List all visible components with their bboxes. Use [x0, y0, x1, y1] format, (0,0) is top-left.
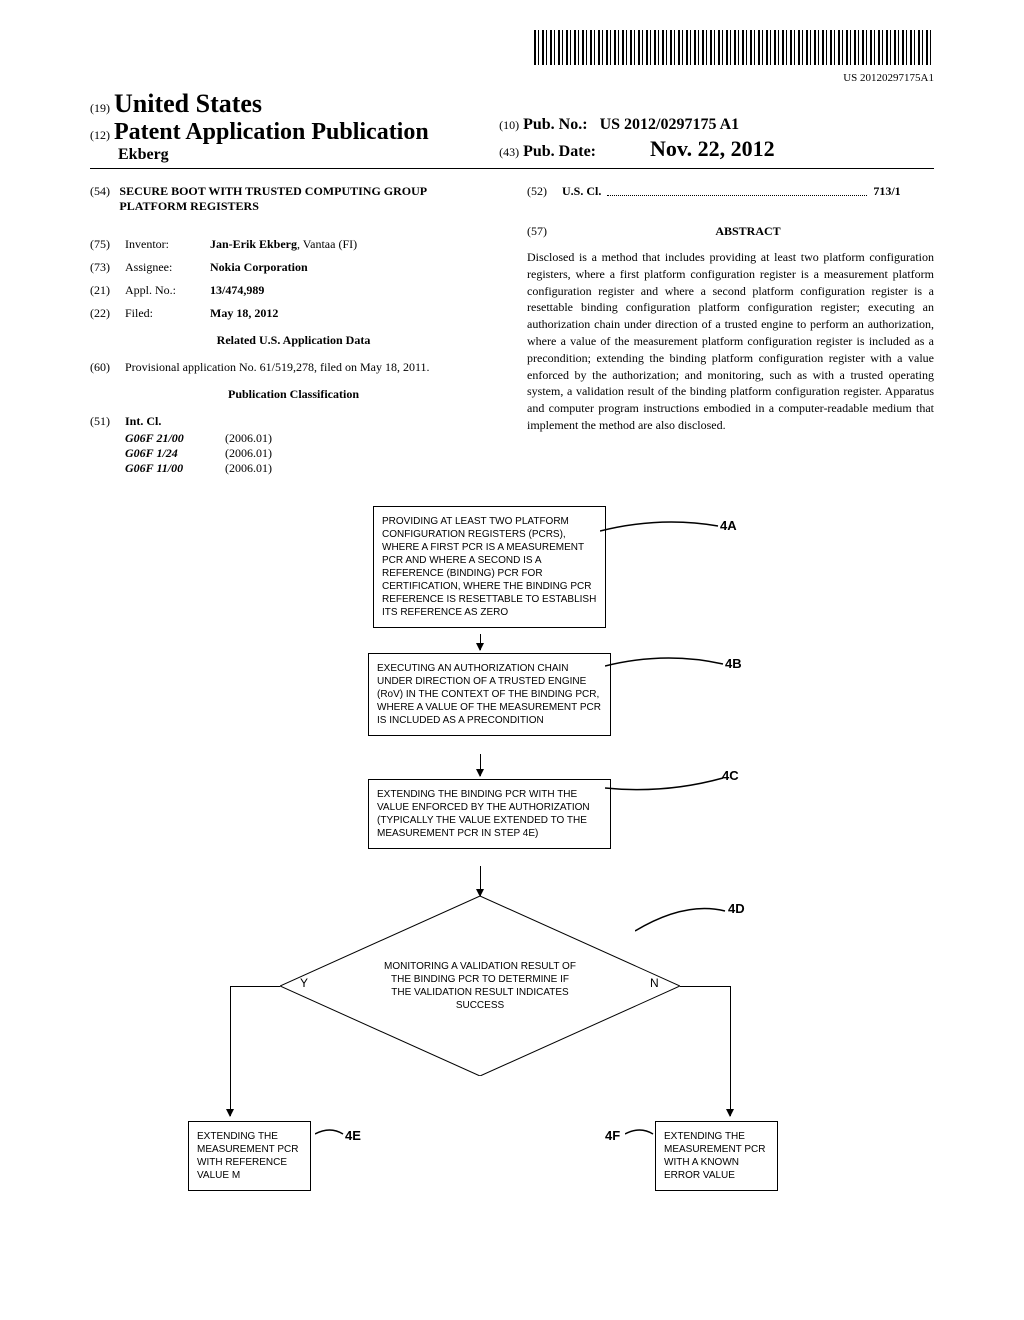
arrow-4b-4c: [480, 754, 481, 776]
pubtype-num: (12): [90, 128, 110, 142]
inventor-num: (75): [90, 237, 125, 252]
classification-header: Publication Classification: [90, 387, 497, 402]
biblio-columns: (54) SECURE BOOT WITH TRUSTED COMPUTING …: [90, 184, 934, 476]
assignee-label: Assignee:: [125, 260, 210, 275]
intcl-label: Int. Cl.: [125, 414, 161, 429]
filed-value: May 18, 2012: [210, 306, 278, 321]
header-section: (19) United States (12) Patent Applicati…: [90, 89, 934, 169]
applno-label: Appl. No.:: [125, 283, 210, 298]
flowchart-diagram: PROVIDING AT LEAST TWO PLATFORM CONFIGUR…: [90, 506, 934, 1226]
flow-label-4a: 4A: [720, 518, 737, 533]
intcl-code-1: G06F 1/24: [125, 446, 225, 461]
inventor-location: , Vantaa (FI): [297, 237, 357, 251]
flow-box-4f: EXTENDING THE MEASUREMENT PCR WITH A KNO…: [655, 1121, 778, 1191]
line-n-v: [730, 986, 731, 1111]
inventor-name: Jan-Erik Ekberg: [210, 237, 297, 251]
pubno-value: US 2012/0297175 A1: [600, 116, 740, 133]
author-name: Ekberg: [118, 146, 495, 164]
related-header: Related U.S. Application Data: [90, 333, 497, 348]
uscl-value: 713/1: [873, 184, 900, 198]
abstract-text: Disclosed is a method that includes prov…: [527, 249, 934, 434]
provisional-num: (60): [90, 360, 125, 375]
abstract-header: ABSTRACT: [562, 224, 934, 239]
filed-num: (22): [90, 306, 125, 321]
leader-4e: [315, 1126, 345, 1144]
country-name: United States: [114, 89, 262, 118]
label-yes: Y: [300, 976, 308, 990]
intcl-year-2: (2006.01): [225, 461, 272, 475]
pubno-num: (10): [499, 118, 519, 132]
flow-box-4e: EXTENDING THE MEASUREMENT PCR WITH REFER…: [188, 1121, 311, 1191]
pubdate-value: Nov. 22, 2012: [650, 136, 775, 162]
title-num: (54): [90, 184, 119, 229]
flow-label-4e: 4E: [345, 1128, 361, 1143]
intcl-year-0: (2006.01): [225, 431, 272, 445]
arrow-4c-4d: [480, 866, 481, 896]
barcode-image: [534, 30, 934, 65]
arrow-n: [730, 1111, 731, 1116]
abstract-num: (57): [527, 224, 562, 249]
right-column: (52) U.S. Cl. 713/1 (57) ABSTRACT Disclo…: [527, 184, 934, 476]
filed-label: Filed:: [125, 306, 210, 321]
applno-num: (21): [90, 283, 125, 298]
line-y-h: [230, 986, 280, 987]
provisional-text: Provisional application No. 61/519,278, …: [125, 360, 497, 375]
arrow-4a-4b: [480, 634, 481, 650]
line-n-h: [680, 986, 730, 987]
pubdate-num: (43): [499, 145, 519, 159]
intcl-year-1: (2006.01): [225, 446, 272, 460]
assignee-num: (73): [90, 260, 125, 275]
leader-4d: [635, 906, 730, 936]
diamond-text: MONITORING A VALIDATION RESULT OF THE BI…: [380, 960, 580, 1012]
intcl-code-0: G06F 21/00: [125, 431, 225, 446]
patent-page: US 20120297175A1 (19) United States (12)…: [0, 0, 1024, 1256]
intcl-code-2: G06F 11/00: [125, 461, 225, 476]
label-no: N: [650, 976, 659, 990]
leader-4a: [600, 521, 720, 541]
intcl-num: (51): [90, 414, 125, 429]
flow-diamond-4d: MONITORING A VALIDATION RESULT OF THE BI…: [280, 896, 680, 1076]
line-y-v: [230, 986, 231, 1111]
pubdate-label: Pub. Date:: [523, 143, 596, 160]
assignee-value: Nokia Corporation: [210, 260, 308, 275]
flow-box-4c: EXTENDING THE BINDING PCR WITH THE VALUE…: [368, 779, 611, 849]
invention-title: SECURE BOOT WITH TRUSTED COMPUTING GROUP…: [119, 184, 497, 214]
uscl-num: (52): [527, 184, 562, 199]
header-left: (19) United States (12) Patent Applicati…: [90, 89, 495, 164]
pubno-label: Pub. No.:: [523, 116, 587, 133]
barcode-area: US 20120297175A1: [90, 30, 934, 84]
flow-box-4b: EXECUTING AN AUTHORIZATION CHAIN UNDER D…: [368, 653, 611, 736]
barcode-text: US 20120297175A1: [90, 72, 934, 84]
leader-4c: [605, 776, 725, 794]
leader-4b: [605, 656, 725, 676]
flow-label-4f: 4F: [605, 1128, 620, 1143]
inventor-label: Inventor:: [125, 237, 210, 252]
flow-label-4b: 4B: [725, 656, 742, 671]
country-num: (19): [90, 101, 110, 115]
header-right: (10) Pub. No.: US 2012/0297175 A1 (43) P…: [499, 116, 921, 164]
uscl-dots: [607, 189, 867, 196]
flow-box-4a: PROVIDING AT LEAST TWO PLATFORM CONFIGUR…: [373, 506, 606, 628]
flow-label-4d: 4D: [728, 901, 745, 916]
pubtype-text: Patent Application Publication: [114, 119, 429, 145]
left-column: (54) SECURE BOOT WITH TRUSTED COMPUTING …: [90, 184, 497, 476]
arrow-y: [230, 1111, 231, 1116]
leader-4f: [625, 1126, 655, 1144]
uscl-label: U.S. Cl.: [562, 184, 601, 198]
applno-value: 13/474,989: [210, 283, 264, 298]
